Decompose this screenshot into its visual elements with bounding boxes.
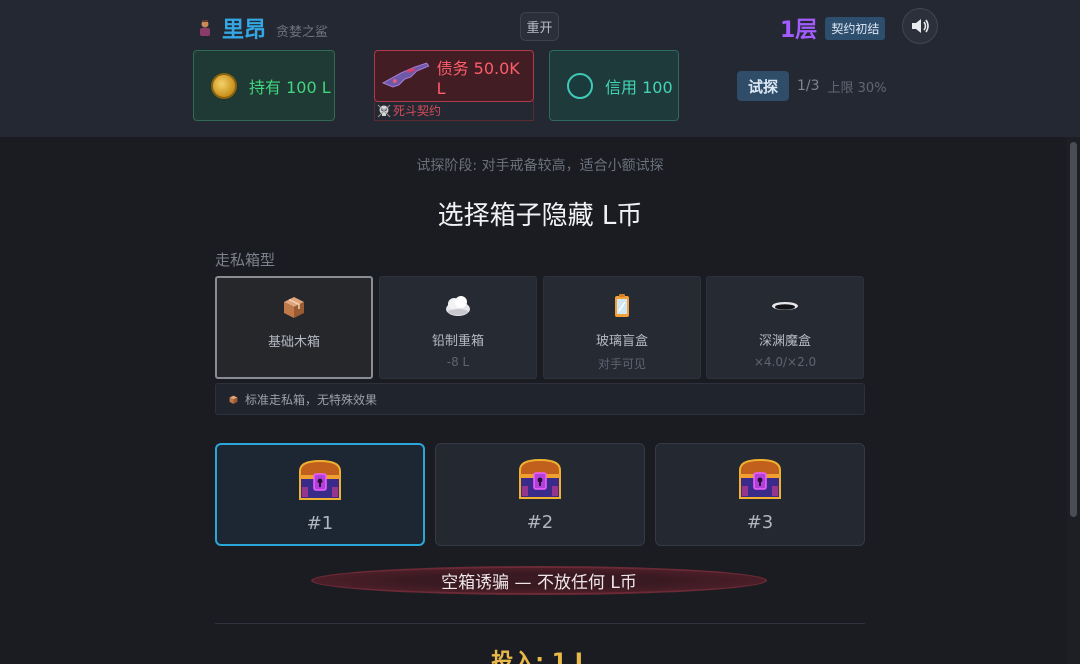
invest-amount: 投入: 1 L — [491, 650, 589, 664]
hero-title: 贪婪之鲨 — [276, 24, 329, 40]
box-type-wooden[interactable]: 基础木箱 — [215, 276, 373, 379]
top-bar: 里昂 贪婪之鲨 重开 1层 契约初结 持有 100 L 债务 50.0K L 死… — [0, 0, 1080, 137]
probe-count: 1/3 — [797, 78, 820, 94]
page-title: 选择箱子隐藏 L币 — [437, 201, 643, 231]
scrollbar[interactable] — [1067, 137, 1080, 664]
wooden-crate-icon — [229, 395, 238, 404]
speaker-icon — [912, 19, 929, 33]
restart-button[interactable]: 重开 — [520, 12, 559, 41]
rifle-icon — [381, 62, 430, 88]
section-label-box-type: 走私箱型 — [215, 251, 276, 269]
hold-stat: 持有 100 L — [193, 50, 335, 121]
box-type-sub: -8 L — [446, 355, 470, 369]
floor-indicator: 1层 契约初结 — [780, 12, 886, 44]
box-type-sub: ×4.0/×2.0 — [753, 355, 817, 369]
treasure-chest-icon — [299, 459, 341, 500]
debt-contract-text: 死斗契约 — [393, 104, 442, 118]
box-type-description-text: 标准走私箱，无特殊效果 — [245, 392, 378, 407]
lead-cloud-icon — [446, 296, 470, 316]
probe-limit: 上限 30% — [827, 80, 887, 96]
credit-value: 信用 100 — [605, 77, 673, 97]
probe-control: 试探 1/3 上限 30% — [737, 71, 887, 101]
box-type-sub: 对手可见 — [597, 357, 646, 371]
chest-label: #2 — [526, 512, 554, 533]
debt-stat[interactable]: 债务 50.0K L — [374, 50, 534, 102]
chest-2[interactable]: #2 — [435, 443, 645, 546]
chest-3[interactable]: #3 — [655, 443, 865, 546]
sound-toggle-button[interactable] — [902, 8, 938, 44]
empty-decoy-button[interactable]: 空箱诱骗 — 不放任何 L币 — [311, 566, 767, 595]
scrollbar-thumb[interactable] — [1070, 142, 1077, 517]
coin-icon — [211, 72, 237, 99]
floor-number: 1层 — [780, 18, 818, 43]
stage-hint: 试探阶段: 对手戒备较高，适合小额试探 — [416, 158, 664, 174]
floor-badge: 契约初结 — [825, 16, 886, 40]
box-type-label: 铅制重箱 — [431, 334, 484, 349]
treasure-chest-icon — [519, 458, 561, 499]
box-type-label: 深渊魔盒 — [758, 334, 811, 349]
box-type-label: 玻璃盲盒 — [595, 334, 648, 349]
box-type-description: 标准走私箱，无特殊效果 — [215, 383, 865, 415]
hero-info: 里昂 贪婪之鲨 — [196, 12, 328, 44]
chest-label: #1 — [306, 513, 334, 534]
wooden-crate-icon — [284, 297, 304, 318]
hero-name: 里昂 — [222, 18, 267, 43]
debt-value: 债务 50.0K L — [436, 58, 520, 98]
credit-stat: 信用 100 — [549, 50, 679, 121]
box-type-abyss[interactable]: 深渊魔盒 ×4.0/×2.0 — [706, 276, 864, 379]
box-type-label: 基础木箱 — [267, 335, 320, 350]
box-type-lead[interactable]: 铅制重箱 -8 L — [379, 276, 537, 379]
compass-icon — [567, 72, 593, 99]
hold-value: 持有 100 L — [249, 77, 331, 97]
chest-label: #3 — [746, 512, 774, 533]
box-type-glass[interactable]: 玻璃盲盒 对手可见 — [543, 276, 701, 379]
divider — [215, 623, 865, 624]
abyss-hole-icon — [772, 302, 798, 310]
glass-box-icon — [615, 294, 629, 317]
probe-button[interactable]: 试探 — [737, 71, 789, 101]
skull-icon — [377, 104, 391, 117]
hero-avatar-icon — [200, 20, 210, 36]
chest-1[interactable]: #1 — [215, 443, 425, 546]
debt-contract-label: 死斗契约 — [374, 101, 534, 121]
treasure-chest-icon — [739, 458, 781, 499]
